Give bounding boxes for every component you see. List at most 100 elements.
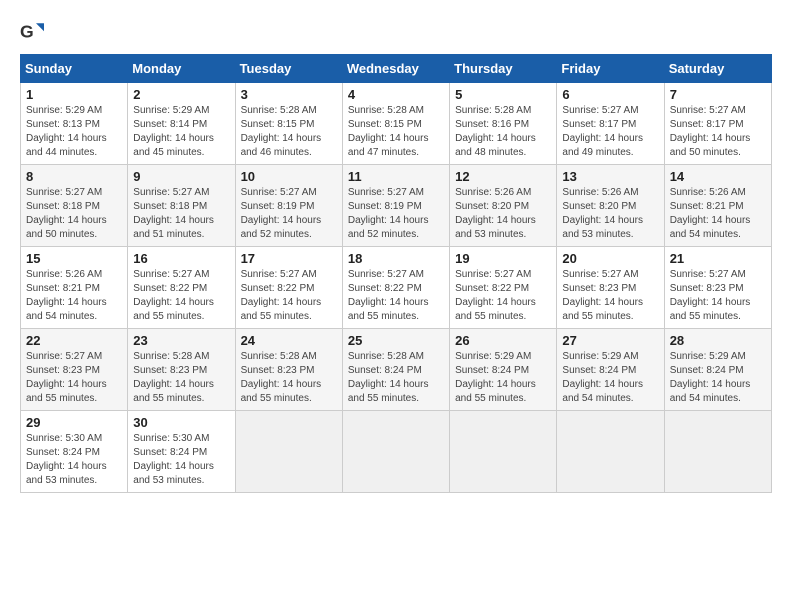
calendar-cell: 26 Sunrise: 5:29 AMSunset: 8:24 PMDayligh… (450, 329, 557, 411)
calendar-cell (450, 411, 557, 493)
calendar-cell: 4Sunrise: 5:28 AMSunset: 8:15 PMDaylight… (342, 83, 449, 165)
day-number: 26 (455, 333, 551, 348)
calendar-week-4: 22 Sunrise: 5:27 AMSunset: 8:23 PMDayligh… (21, 329, 772, 411)
calendar-cell: 6 Sunrise: 5:27 AMSunset: 8:17 PMDaylight… (557, 83, 664, 165)
day-number: 28 (670, 333, 766, 348)
calendar-cell (664, 411, 771, 493)
day-number: 29 (26, 415, 122, 430)
calendar-cell: 14 Sunrise: 5:26 AMSunset: 8:21 PMDayligh… (664, 165, 771, 247)
day-info: Sunrise: 5:27 AMSunset: 8:19 PMDaylight:… (241, 186, 337, 242)
calendar-cell: 11Sunrise: 5:27 AMSunset: 8:19 PMDayligh… (342, 165, 449, 247)
day-number: 12 (455, 169, 551, 184)
calendar-cell (235, 411, 342, 493)
day-header-monday: Monday (128, 55, 235, 83)
calendar-cell: 22 Sunrise: 5:27 AMSunset: 8:23 PMDayligh… (21, 329, 128, 411)
calendar-cell: 23Sunrise: 5:28 AMSunset: 8:23 PMDayligh… (128, 329, 235, 411)
calendar-cell: 30 Sunrise: 5:30 AMSunset: 8:24 PMDayligh… (128, 411, 235, 493)
day-header-friday: Friday (557, 55, 664, 83)
calendar-cell: 1 Sunrise: 5:29 AMSunset: 8:13 PMDaylight… (21, 83, 128, 165)
calendar-cell: 5 Sunrise: 5:28 AMSunset: 8:16 PMDaylight… (450, 83, 557, 165)
calendar-cell: 20 Sunrise: 5:27 AMSunset: 8:23 PMDayligh… (557, 247, 664, 329)
day-info: Sunrise: 5:30 AMSunset: 8:24 PMDaylight:… (133, 432, 229, 488)
calendar-cell: 10 Sunrise: 5:27 AMSunset: 8:19 PMDayligh… (235, 165, 342, 247)
day-info: Sunrise: 5:27 AMSunset: 8:22 PMDaylight:… (455, 268, 551, 324)
day-info: Sunrise: 5:27 AMSunset: 8:23 PMDaylight:… (562, 268, 658, 324)
day-number: 18 (348, 251, 444, 266)
calendar-cell: 24 Sunrise: 5:28 AMSunset: 8:23 PMDayligh… (235, 329, 342, 411)
calendar-cell: 16 Sunrise: 5:27 AMSunset: 8:22 PMDayligh… (128, 247, 235, 329)
day-number: 15 (26, 251, 122, 266)
day-info: Sunrise: 5:27 AMSunset: 8:22 PMDaylight:… (133, 268, 229, 324)
calendar-cell: 25 Sunrise: 5:28 AMSunset: 8:24 PMDayligh… (342, 329, 449, 411)
day-info: Sunrise: 5:29 AMSunset: 8:13 PMDaylight:… (26, 104, 122, 160)
calendar-week-2: 8Sunrise: 5:27 AMSunset: 8:18 PMDaylight… (21, 165, 772, 247)
day-header-thursday: Thursday (450, 55, 557, 83)
calendar-cell: 8Sunrise: 5:27 AMSunset: 8:18 PMDaylight… (21, 165, 128, 247)
day-info: Sunrise: 5:27 AMSunset: 8:17 PMDaylight:… (562, 104, 658, 160)
day-number: 30 (133, 415, 229, 430)
day-header-wednesday: Wednesday (342, 55, 449, 83)
day-number: 16 (133, 251, 229, 266)
day-header-saturday: Saturday (664, 55, 771, 83)
calendar-cell: 13 Sunrise: 5:26 AMSunset: 8:20 PMDayligh… (557, 165, 664, 247)
day-info: Sunrise: 5:28 AMSunset: 8:24 PMDaylight:… (348, 350, 444, 406)
day-info: Sunrise: 5:28 AMSunset: 8:15 PMDaylight:… (241, 104, 337, 160)
day-info: Sunrise: 5:29 AMSunset: 8:24 PMDaylight:… (670, 350, 766, 406)
logo: G (20, 20, 48, 44)
calendar-cell: 27 Sunrise: 5:29 AMSunset: 8:24 PMDayligh… (557, 329, 664, 411)
page-header: G (20, 20, 772, 44)
calendar-cell: 3 Sunrise: 5:28 AMSunset: 8:15 PMDaylight… (235, 83, 342, 165)
day-number: 24 (241, 333, 337, 348)
svg-text:G: G (20, 22, 34, 42)
day-info: Sunrise: 5:26 AMSunset: 8:20 PMDaylight:… (455, 186, 551, 242)
calendar-header-row: SundayMondayTuesdayWednesdayThursdayFrid… (21, 55, 772, 83)
day-number: 2 (133, 87, 229, 102)
day-number: 21 (670, 251, 766, 266)
calendar-cell: 7 Sunrise: 5:27 AMSunset: 8:17 PMDaylight… (664, 83, 771, 165)
day-info: Sunrise: 5:26 AMSunset: 8:21 PMDaylight:… (670, 186, 766, 242)
day-info: Sunrise: 5:27 AMSunset: 8:22 PMDaylight:… (348, 268, 444, 324)
day-info: Sunrise: 5:29 AMSunset: 8:14 PMDaylight:… (133, 104, 229, 160)
day-info: Sunrise: 5:26 AMSunset: 8:21 PMDaylight:… (26, 268, 122, 324)
calendar-week-1: 1 Sunrise: 5:29 AMSunset: 8:13 PMDaylight… (21, 83, 772, 165)
day-number: 19 (455, 251, 551, 266)
calendar-cell: 17Sunrise: 5:27 AMSunset: 8:22 PMDayligh… (235, 247, 342, 329)
day-info: Sunrise: 5:28 AMSunset: 8:16 PMDaylight:… (455, 104, 551, 160)
calendar-cell: 18 Sunrise: 5:27 AMSunset: 8:22 PMDayligh… (342, 247, 449, 329)
calendar-cell: 15 Sunrise: 5:26 AMSunset: 8:21 PMDayligh… (21, 247, 128, 329)
day-number: 13 (562, 169, 658, 184)
calendar-cell: 29 Sunrise: 5:30 AMSunset: 8:24 PMDayligh… (21, 411, 128, 493)
day-info: Sunrise: 5:26 AMSunset: 8:20 PMDaylight:… (562, 186, 658, 242)
day-number: 4 (348, 87, 444, 102)
calendar-cell: 12 Sunrise: 5:26 AMSunset: 8:20 PMDayligh… (450, 165, 557, 247)
logo-icon: G (20, 20, 44, 44)
calendar-cell: 19 Sunrise: 5:27 AMSunset: 8:22 PMDayligh… (450, 247, 557, 329)
day-info: Sunrise: 5:27 AMSunset: 8:22 PMDaylight:… (241, 268, 337, 324)
calendar-cell: 2 Sunrise: 5:29 AMSunset: 8:14 PMDaylight… (128, 83, 235, 165)
day-number: 27 (562, 333, 658, 348)
day-info: Sunrise: 5:27 AMSunset: 8:18 PMDaylight:… (133, 186, 229, 242)
day-number: 1 (26, 87, 122, 102)
day-number: 14 (670, 169, 766, 184)
day-number: 6 (562, 87, 658, 102)
day-number: 3 (241, 87, 337, 102)
day-info: Sunrise: 5:28 AMSunset: 8:23 PMDaylight:… (241, 350, 337, 406)
day-number: 7 (670, 87, 766, 102)
day-number: 9 (133, 169, 229, 184)
day-info: Sunrise: 5:27 AMSunset: 8:18 PMDaylight:… (26, 186, 122, 242)
day-info: Sunrise: 5:29 AMSunset: 8:24 PMDaylight:… (455, 350, 551, 406)
day-info: Sunrise: 5:29 AMSunset: 8:24 PMDaylight:… (562, 350, 658, 406)
day-info: Sunrise: 5:28 AMSunset: 8:23 PMDaylight:… (133, 350, 229, 406)
calendar-cell: 21Sunrise: 5:27 AMSunset: 8:23 PMDayligh… (664, 247, 771, 329)
day-info: Sunrise: 5:27 AMSunset: 8:23 PMDaylight:… (26, 350, 122, 406)
day-info: Sunrise: 5:27 AMSunset: 8:17 PMDaylight:… (670, 104, 766, 160)
calendar-week-5: 29 Sunrise: 5:30 AMSunset: 8:24 PMDayligh… (21, 411, 772, 493)
day-number: 25 (348, 333, 444, 348)
day-number: 10 (241, 169, 337, 184)
day-number: 5 (455, 87, 551, 102)
day-info: Sunrise: 5:30 AMSunset: 8:24 PMDaylight:… (26, 432, 122, 488)
day-number: 20 (562, 251, 658, 266)
day-header-sunday: Sunday (21, 55, 128, 83)
calendar-table: SundayMondayTuesdayWednesdayThursdayFrid… (20, 54, 772, 493)
day-number: 22 (26, 333, 122, 348)
